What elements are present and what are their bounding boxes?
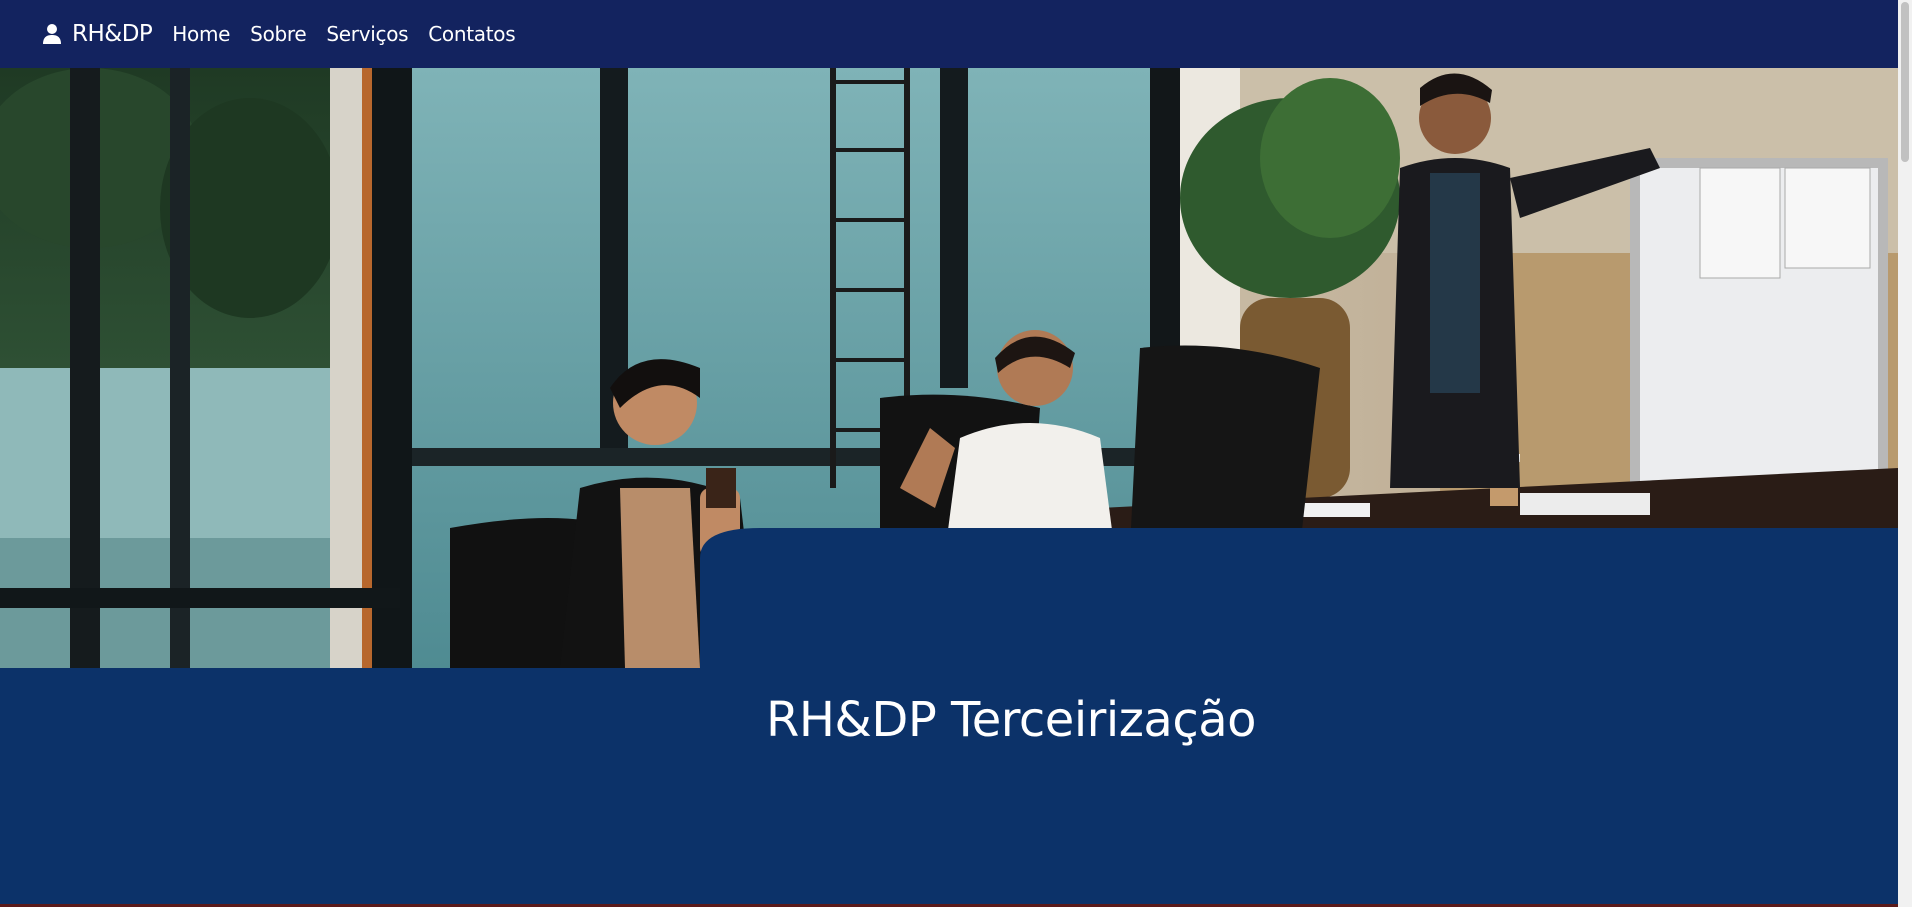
- nav-link-contatos[interactable]: Contatos: [428, 22, 515, 46]
- hero-image: [0, 68, 1898, 668]
- nav-link-home[interactable]: Home: [172, 22, 230, 46]
- user-icon: [43, 24, 61, 44]
- page: RH&DP Home Sobre Serviços Contatos RH&DP…: [0, 0, 1912, 907]
- brand-name: RH&DP: [72, 21, 153, 47]
- office-meeting-photo: [0, 68, 1898, 668]
- nav-link-servicos[interactable]: Serviços: [326, 22, 408, 46]
- nav-link-sobre[interactable]: Sobre: [250, 22, 307, 46]
- page-title: RH&DP Terceirização: [765, 692, 1257, 748]
- title-section: RH&DP Terceirização: [0, 668, 1898, 904]
- vertical-scrollbar[interactable]: [1898, 0, 1912, 907]
- brand-link[interactable]: RH&DP: [42, 21, 153, 47]
- scrollbar-thumb[interactable]: [1901, 2, 1909, 162]
- navbar: RH&DP Home Sobre Serviços Contatos: [0, 0, 1898, 68]
